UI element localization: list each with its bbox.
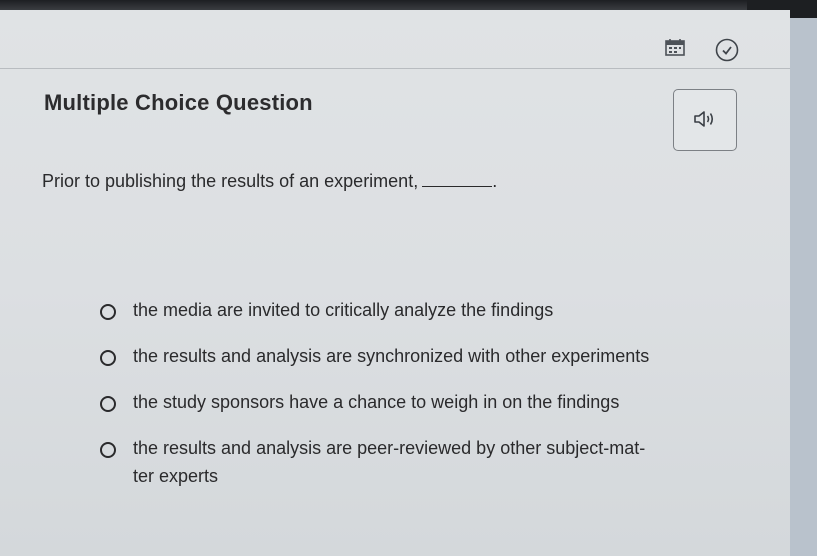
speaker-icon [692,108,718,133]
answer-blank [422,170,493,187]
radio-button[interactable] [100,442,116,458]
check-circle-icon[interactable] [715,38,739,62]
read-aloud-button[interactable] [673,89,737,151]
answer-option-3[interactable]: the study sponsors have a chance to weig… [100,392,720,416]
prompt-end: . [492,171,498,191]
question-title: Multiple Choice Question [44,90,313,115]
radio-button[interactable] [100,396,116,412]
option-label: the study sponsors have a chance to weig… [133,392,620,412]
answer-options: the media are invited to critically anal… [100,300,720,512]
option-label: the results and analysis are peer-review… [133,438,646,486]
question-page: Multiple Choice Question Prior to publis… [0,10,790,556]
answer-option-4[interactable]: the results and analysis are peer-review… [100,438,720,490]
calendar-icon[interactable] [665,38,685,56]
toolbar [0,10,790,69]
prompt-text: Prior to publishing the results of an ex… [42,171,419,191]
option-label: the media are invited to critically anal… [133,300,554,320]
answer-option-2[interactable]: the results and analysis are synchronize… [100,346,720,370]
screen-bezel [0,0,817,18]
question-prompt: Prior to publishing the results of an ex… [42,170,497,192]
answer-option-1[interactable]: the media are invited to critically anal… [100,300,720,324]
scrollbar[interactable] [790,18,817,556]
radio-button[interactable] [100,304,116,320]
option-label: the results and analysis are synchronize… [133,346,650,366]
radio-button[interactable] [100,350,116,366]
